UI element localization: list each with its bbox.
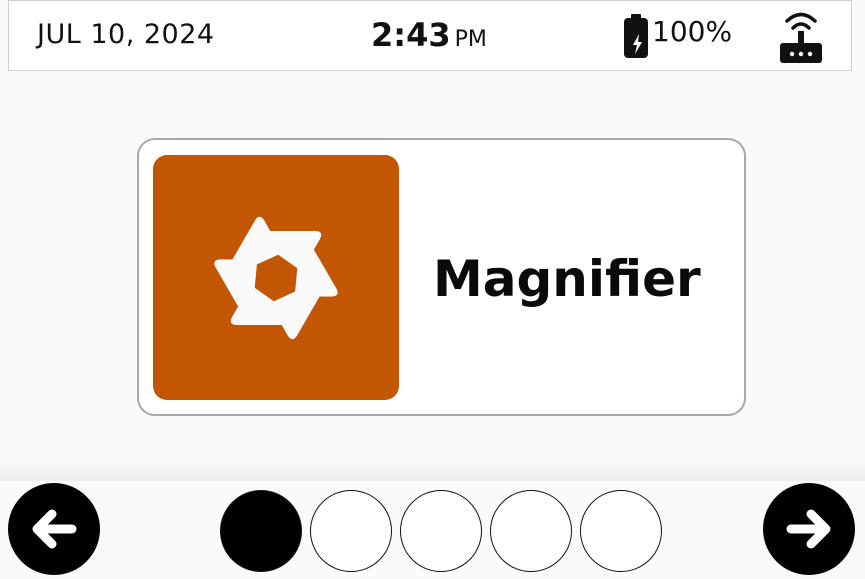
- time-value: 2:43: [371, 16, 451, 54]
- time-display: 2:43 PM: [371, 19, 487, 51]
- app-label: Magnifier: [433, 250, 701, 308]
- arrow-left-icon: [32, 509, 77, 549]
- next-button[interactable]: [763, 483, 855, 575]
- status-bar: JUL 10, 2024 2:43 PM 100%: [8, 0, 852, 71]
- time-ampm: PM: [454, 27, 487, 52]
- page-dot-4[interactable]: [490, 490, 572, 572]
- wifi-router-icon: [780, 12, 822, 63]
- page-dot-2[interactable]: [310, 490, 392, 572]
- page-dot-5[interactable]: [580, 490, 662, 572]
- page-dot-1[interactable]: [220, 490, 302, 572]
- page-dot-3[interactable]: [400, 490, 482, 572]
- nav-divider: [0, 455, 865, 481]
- battery-charging-icon: [624, 14, 648, 58]
- previous-button[interactable]: [8, 483, 100, 575]
- date-display: JUL 10, 2024: [37, 19, 215, 50]
- app-icon-tile: [153, 155, 399, 400]
- arrow-right-icon: [786, 509, 831, 549]
- aperture-icon: [212, 215, 340, 341]
- battery-percent: 100%: [652, 15, 733, 48]
- app-card-magnifier[interactable]: Magnifier: [137, 138, 746, 416]
